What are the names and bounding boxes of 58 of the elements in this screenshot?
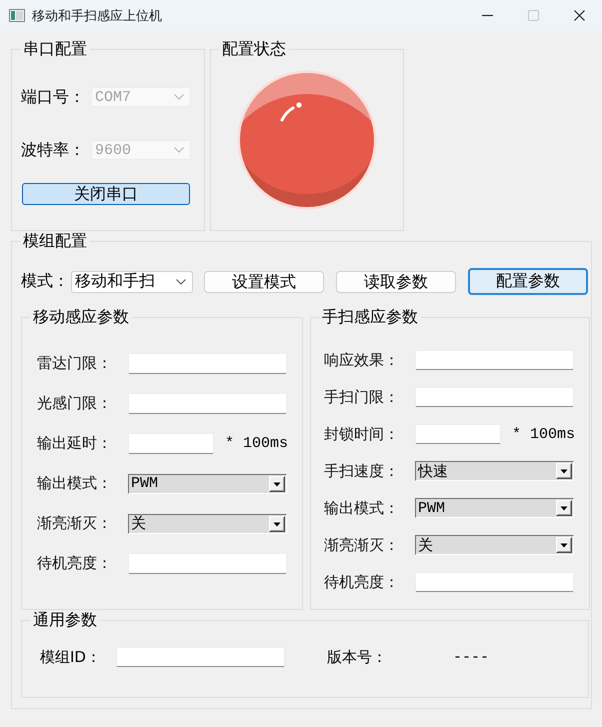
group-title: 通用参数 [32,610,98,630]
chevron-down-icon [174,147,184,153]
input-field[interactable] [415,387,574,407]
dropdown-field[interactable]: 关 [415,535,574,555]
field-label: 输出延时： [37,434,113,453]
maximize-icon [528,10,538,21]
group-title: 串口配置 [22,39,88,59]
field-label: 响应效果： [324,350,400,370]
chevron-down-icon [176,278,186,284]
field-label: 光感门限： [37,394,113,413]
input-field[interactable] [128,433,214,454]
field-label: 渐亮渐灭： [37,514,113,533]
input-field[interactable] [116,647,285,667]
action-button[interactable]: 配置参数 [468,268,588,295]
field-label: 输出模式： [37,474,113,493]
dropdown-arrow-icon [269,516,285,532]
dropdown-arrow-icon [556,500,572,516]
group-title: 移动感应参数 [32,307,130,327]
serial-port-button[interactable]: 关闭串口 [22,183,190,205]
unit-label: * 100ms [512,426,576,442]
field-label: 版本号： [327,648,388,666]
unit-label: * 100ms [225,435,288,452]
dropdown-field[interactable]: PWM [128,474,287,494]
input-field[interactable] [415,572,574,592]
dropdown-arrow-icon [556,463,572,479]
field-label: 输出模式： [324,498,400,518]
dropdown-field[interactable]: 移动和手扫 [71,270,193,292]
version-value: ---- [453,648,490,666]
group-title: 模组配置 [22,231,88,251]
group-title: 手扫感应参数 [321,307,419,327]
dropdown-field[interactable]: PWM [415,498,574,518]
field-label: 雷达门限： [37,354,113,373]
action-button[interactable]: 设置模式 [204,270,324,292]
input-field[interactable] [415,424,501,444]
input-field[interactable] [128,553,287,574]
dropdown-field[interactable]: 快速 [415,461,574,481]
field-label: 端口号： [21,86,86,108]
group-title: 配置状态 [221,39,287,59]
window-title: 移动和手扫感应上位机 [32,8,162,24]
action-button[interactable]: 读取参数 [336,270,456,292]
field-label: 模组ID： [40,648,102,666]
field-label: 待机亮度： [37,554,113,573]
dropdown-arrow-icon [556,537,572,553]
field-label: 波特率： [21,140,86,160]
chevron-down-icon [174,94,184,100]
dropdown-arrow-icon [269,476,285,492]
dropdown-field[interactable]: 关 [128,514,287,534]
input-field[interactable] [415,350,574,370]
close-icon [574,10,584,21]
field-label: 模式： [21,271,70,292]
input-field[interactable] [128,353,287,374]
field-label: 手扫门限： [324,388,400,406]
field-label: 待机亮度： [324,572,400,592]
field-label: 手扫速度： [324,462,400,480]
app-icon [9,9,25,22]
field-label: 封锁时间： [324,424,400,444]
input-field[interactable] [128,393,287,414]
field-label: 渐亮渐灭： [324,536,400,554]
